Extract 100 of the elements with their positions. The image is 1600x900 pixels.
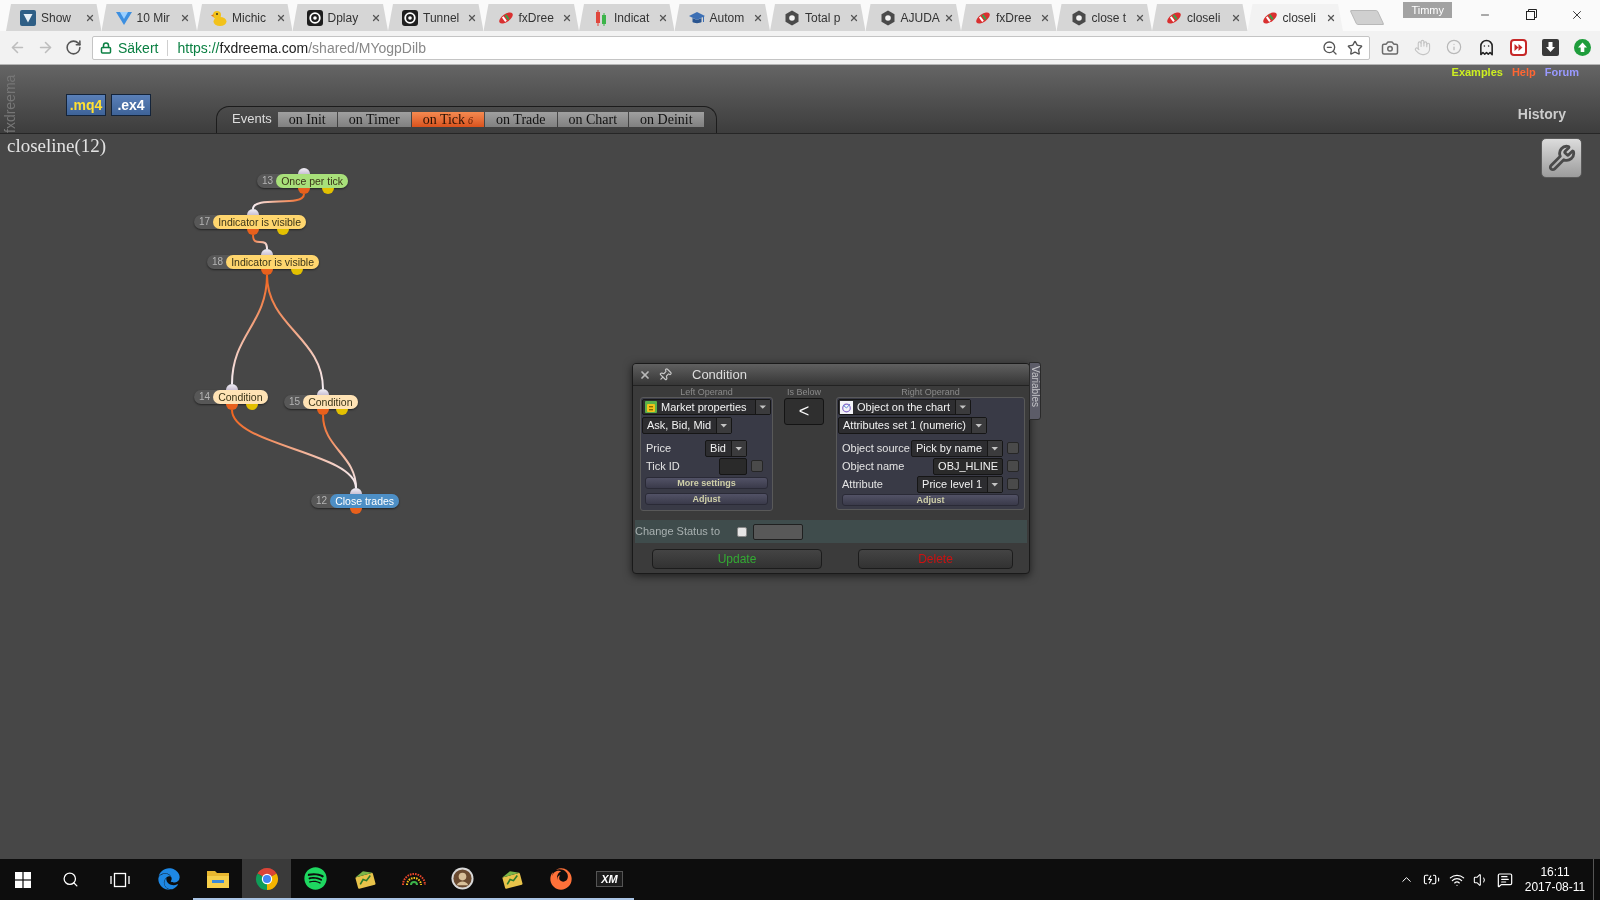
action-button[interactable]: Update bbox=[652, 549, 822, 569]
close-icon[interactable] bbox=[371, 12, 381, 23]
browser-icon[interactable] bbox=[157, 867, 180, 890]
close-icon[interactable] bbox=[639, 368, 651, 381]
close-icon[interactable] bbox=[275, 12, 286, 23]
close-icon[interactable] bbox=[753, 12, 763, 23]
header-link[interactable]: Examples bbox=[1451, 65, 1503, 79]
close-icon[interactable] bbox=[180, 12, 190, 23]
browser-tab[interactable]: fxDree bbox=[961, 4, 1057, 31]
input-port-icon[interactable] bbox=[226, 384, 238, 390]
checkbox[interactable] bbox=[1007, 478, 1019, 490]
operator-button[interactable]: < bbox=[784, 398, 824, 425]
camera-icon[interactable] bbox=[1381, 38, 1399, 57]
event-tab[interactable]: on Deinit bbox=[629, 112, 704, 127]
text-field[interactable]: OBJ_HLINE bbox=[933, 457, 1003, 475]
output-port-icon[interactable] bbox=[317, 409, 329, 415]
dropdown[interactable]: Bid bbox=[705, 439, 747, 457]
dropdown[interactable]: Price level 1 bbox=[917, 475, 1003, 493]
close-icon[interactable] bbox=[562, 12, 572, 23]
circle-waves-icon[interactable] bbox=[304, 867, 327, 890]
input-port-icon[interactable] bbox=[247, 209, 259, 215]
panel-button[interactable]: More settings bbox=[645, 477, 768, 489]
panel-button[interactable]: Adjust bbox=[645, 493, 768, 505]
close-icon[interactable] bbox=[84, 12, 95, 23]
close-icon[interactable] bbox=[1326, 12, 1336, 23]
dropdown[interactable]: Ask, Bid, Mid bbox=[642, 417, 733, 434]
output-port-icon[interactable] bbox=[277, 229, 289, 235]
browser-tab[interactable]: close t bbox=[1056, 4, 1152, 31]
browser-tab[interactable]: Autom bbox=[674, 4, 770, 31]
bookmark-star-icon[interactable] bbox=[1347, 39, 1363, 56]
start-menu-icon[interactable] bbox=[15, 871, 31, 888]
output-port-icon[interactable] bbox=[350, 508, 362, 514]
url-text[interactable]: https://fxdreema.com/shared/MYogpDilb bbox=[177, 39, 426, 56]
close-icon[interactable] bbox=[1230, 12, 1241, 23]
output-port-icon[interactable] bbox=[226, 404, 238, 410]
dropdown[interactable]: Object on the chart bbox=[838, 399, 971, 415]
dropdown[interactable]: Pick by name bbox=[910, 439, 1003, 457]
browser-tab[interactable]: Total p bbox=[770, 4, 866, 31]
output-port-icon[interactable] bbox=[298, 188, 310, 194]
input-port-icon[interactable] bbox=[298, 168, 310, 174]
event-tab[interactable]: on Tick 6 bbox=[411, 112, 485, 127]
search-icon[interactable] bbox=[62, 871, 79, 888]
flow-node[interactable]: 13 Once per tick bbox=[257, 174, 348, 188]
person-badge-icon[interactable] bbox=[451, 867, 474, 890]
circle-logo-icon[interactable] bbox=[254, 866, 279, 891]
browser-tab[interactable]: Tunnel bbox=[388, 4, 484, 31]
side-tab[interactable]: Variables bbox=[1029, 362, 1041, 420]
flame-globe-icon[interactable] bbox=[549, 867, 572, 890]
taskbar-button[interactable]: XM bbox=[585, 859, 634, 900]
close-icon[interactable] bbox=[1135, 12, 1145, 23]
close-icon[interactable] bbox=[1039, 12, 1050, 23]
text-field[interactable] bbox=[719, 457, 747, 475]
arrow-up-icon[interactable] bbox=[1573, 38, 1591, 56]
wrench-button[interactable] bbox=[1541, 138, 1582, 178]
panel-button[interactable]: Adjust bbox=[842, 494, 1019, 506]
ghost-icon[interactable] bbox=[1477, 38, 1495, 56]
app-logo-tile[interactable]: XM bbox=[596, 870, 623, 887]
checkbox[interactable] bbox=[1007, 460, 1019, 472]
event-tab[interactable]: on Trade bbox=[485, 112, 557, 127]
fast-forward-icon[interactable] bbox=[1509, 38, 1527, 56]
output-port-icon[interactable] bbox=[246, 404, 258, 410]
output-port-icon[interactable] bbox=[336, 409, 348, 415]
input-port-icon[interactable] bbox=[317, 389, 329, 395]
clock-time[interactable]: 16:11 bbox=[1540, 864, 1570, 880]
flow-node[interactable]: 17 Indicator is visible bbox=[194, 215, 306, 229]
clock-date[interactable]: 2017-08-11 bbox=[1524, 879, 1586, 895]
close-icon[interactable] bbox=[466, 12, 477, 23]
close-icon[interactable] bbox=[657, 12, 668, 23]
event-tab[interactable]: on Timer bbox=[337, 112, 411, 127]
browser-tab[interactable]: Indicat bbox=[579, 4, 675, 31]
export-button[interactable]: .ex4 bbox=[111, 94, 151, 116]
output-port-icon[interactable] bbox=[291, 269, 303, 275]
dropdown[interactable]: Market properties bbox=[642, 399, 771, 415]
taskbar-button[interactable] bbox=[242, 859, 291, 900]
checkbox[interactable] bbox=[1007, 442, 1019, 454]
browser-tab[interactable]: closeli bbox=[1152, 4, 1248, 31]
flow-node[interactable]: 15 Condition bbox=[284, 395, 358, 409]
output-port-icon[interactable] bbox=[261, 269, 273, 275]
status-field[interactable] bbox=[753, 523, 803, 540]
dropdown[interactable]: Attributes set 1 (numeric) bbox=[838, 417, 987, 434]
arcs-icon[interactable] bbox=[401, 871, 426, 886]
output-port-icon[interactable] bbox=[322, 188, 334, 194]
browser-tab[interactable]: AJUDA bbox=[865, 4, 961, 31]
notification-icon[interactable] bbox=[1497, 871, 1513, 888]
address-bar[interactable]: Säkert https://fxdreema.com/shared/MYogpDilb bbox=[92, 35, 1370, 60]
folder-icon[interactable] bbox=[205, 868, 230, 889]
close-icon[interactable] bbox=[944, 12, 954, 23]
restore-icon[interactable] bbox=[1525, 9, 1537, 20]
browser-tab[interactable]: Show bbox=[6, 4, 102, 31]
task-view-icon[interactable] bbox=[109, 871, 130, 888]
zoom-out-icon[interactable] bbox=[1322, 39, 1338, 56]
download-icon[interactable] bbox=[1541, 38, 1559, 56]
input-port-icon[interactable] bbox=[261, 249, 273, 255]
checkbox[interactable] bbox=[751, 460, 763, 472]
browser-tab[interactable]: closeli bbox=[1247, 4, 1343, 31]
event-tab[interactable]: on Chart bbox=[557, 112, 629, 127]
reload-icon[interactable] bbox=[64, 39, 82, 56]
export-button[interactable]: .mq4 bbox=[66, 94, 106, 116]
history-link[interactable]: History bbox=[1517, 106, 1566, 122]
browser-tab[interactable]: fxDree bbox=[483, 4, 579, 31]
